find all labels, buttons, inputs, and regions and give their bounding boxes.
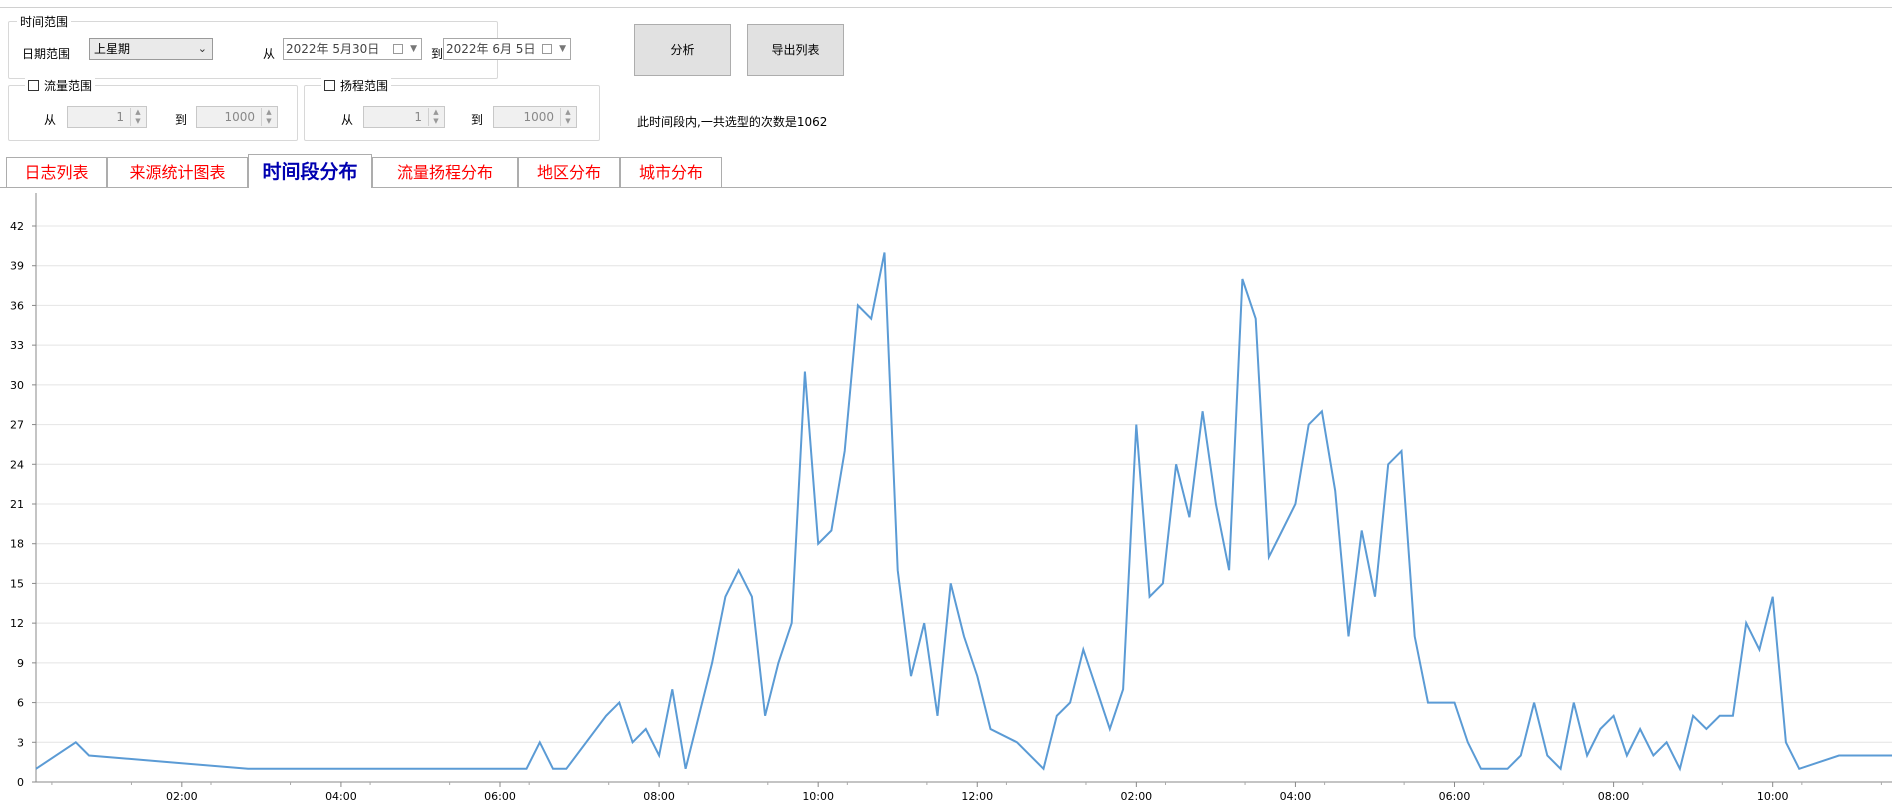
head-to-stepper[interactable]: 1000 ▲ ▼ — [493, 106, 577, 128]
from-date-label: 从 — [263, 47, 276, 61]
flow-from-label: 从 — [44, 113, 57, 127]
selection-count-text: 此时间段内,一共选型的次数是1062 — [637, 115, 828, 129]
x-tick-label: 08:00 — [1598, 790, 1630, 803]
flow-to-label: 到 — [175, 113, 188, 127]
x-tick-label: 12:00 — [961, 790, 993, 803]
chevron-down-icon: ⌄ — [197, 42, 207, 55]
flow-to-value: 1000 — [224, 110, 255, 124]
time-range-group: 时间范围 日期范围 上星期 ⌄ 从 2022年 5月30日 ▼ 到 2022年 … — [8, 13, 571, 79]
tab-city-distribution[interactable]: 城市分布 — [620, 157, 722, 187]
spinner-arrows-icon[interactable]: ▲ ▼ — [130, 108, 145, 126]
head-from-stepper[interactable]: 1 ▲ ▼ — [363, 106, 445, 128]
date-range-select[interactable]: 上星期 ⌄ — [89, 38, 213, 60]
to-date-value: 2022年 6月 5日 — [446, 42, 536, 56]
head-range-legend-text: 扬程范围 — [340, 79, 389, 93]
y-tick-label: 33 — [10, 339, 24, 352]
flow-range-legend-text: 流量范围 — [44, 79, 93, 93]
y-tick-label: 12 — [10, 617, 24, 630]
y-tick-label: 42 — [10, 220, 24, 233]
y-tick-label: 15 — [10, 577, 24, 590]
x-tick-label: 08:00 — [643, 790, 675, 803]
time-range-legend: 时间范围 — [17, 13, 72, 30]
head-range-legend[interactable]: 扬程范围 — [321, 77, 392, 94]
head-from-value: 1 — [414, 110, 422, 124]
head-to-label: 到 — [471, 113, 484, 127]
flow-to-stepper[interactable]: 1000 ▲ ▼ — [196, 106, 278, 128]
flow-from-stepper[interactable]: 1 ▲ ▼ — [67, 106, 147, 128]
to-date-label: 到 — [431, 47, 444, 61]
y-tick-label: 21 — [10, 498, 24, 511]
from-date-picker[interactable]: 2022年 5月30日 ▼ — [283, 38, 422, 60]
tab-region-distribution[interactable]: 地区分布 — [518, 157, 620, 187]
export-list-button[interactable]: 导出列表 — [747, 24, 844, 76]
date-range-value: 上星期 — [94, 42, 131, 56]
time-distribution-chart: 0369121518212427303336394202:00 04:00 06:0… — [10, 193, 1892, 803]
head-from-label: 从 — [341, 113, 354, 127]
tab-log-list[interactable]: 日志列表 — [6, 157, 107, 187]
y-tick-label: 9 — [17, 657, 24, 670]
y-tick-label: 30 — [10, 379, 24, 392]
y-tick-label: 27 — [10, 419, 24, 432]
y-tick-label: 39 — [10, 260, 24, 273]
calendar-icon — [542, 44, 552, 54]
from-date-value: 2022年 5月30日 — [286, 42, 380, 56]
x-tick-label: 02:00 — [1120, 790, 1152, 803]
tab-source-stats[interactable]: 来源统计图表 — [107, 157, 248, 187]
analyze-button[interactable]: 分析 — [634, 24, 731, 76]
time-distribution-chart-panel: 0 3 6 9 12 15 18 21 24 27 30 33 36 39 42 02:00 04:00 06:0… — [0, 188, 1892, 812]
y-tick-label: 24 — [10, 458, 24, 471]
spinner-arrows-icon[interactable]: ▲ ▼ — [560, 108, 575, 126]
spinner-arrows-icon[interactable]: ▲ ▼ — [261, 108, 276, 126]
spinner-arrows-icon[interactable]: ▲ ▼ — [428, 108, 443, 126]
x-tick-label: 10:00 — [802, 790, 834, 803]
flow-from-value: 1 — [116, 110, 124, 124]
head-range-group: 扬程范围 从 1 ▲ ▼ 到 1000 ▲ ▼ — [304, 77, 600, 141]
to-date-picker[interactable]: 2022年 6月 5日 ▼ — [443, 38, 571, 60]
flow-range-checkbox[interactable] — [28, 80, 39, 91]
date-range-label: 日期范围 — [22, 47, 71, 61]
y-tick-label: 0 — [17, 776, 24, 789]
x-tick-label: 04:00 — [325, 790, 357, 803]
top-menu-strip — [0, 0, 1892, 8]
y-tick-label: 36 — [10, 299, 24, 312]
x-tick-label: 02:00 — [166, 790, 198, 803]
dropdown-arrow-icon: ▼ — [559, 44, 566, 54]
series-line — [35, 252, 1892, 772]
tab-flow-head-distribution[interactable]: 流量扬程分布 — [372, 157, 518, 187]
flow-range-group: 流量范围 从 1 ▲ ▼ 到 1000 ▲ ▼ — [8, 77, 298, 141]
x-tick-label: 06:00 — [484, 790, 516, 803]
x-tick-label: 06:00 — [1439, 790, 1471, 803]
y-tick-label: 18 — [10, 538, 24, 551]
head-range-checkbox[interactable] — [324, 80, 335, 91]
y-tick-label: 6 — [17, 697, 24, 710]
flow-range-legend[interactable]: 流量范围 — [25, 77, 96, 94]
x-tick-label: 04:00 — [1280, 790, 1312, 803]
head-to-value: 1000 — [523, 110, 554, 124]
y-tick-label: 3 — [17, 736, 24, 749]
tab-time-distribution[interactable]: 时间段分布 — [248, 154, 372, 188]
calendar-icon — [393, 44, 403, 54]
x-tick-label: 10:00 — [1757, 790, 1789, 803]
dropdown-arrow-icon: ▼ — [410, 44, 417, 54]
